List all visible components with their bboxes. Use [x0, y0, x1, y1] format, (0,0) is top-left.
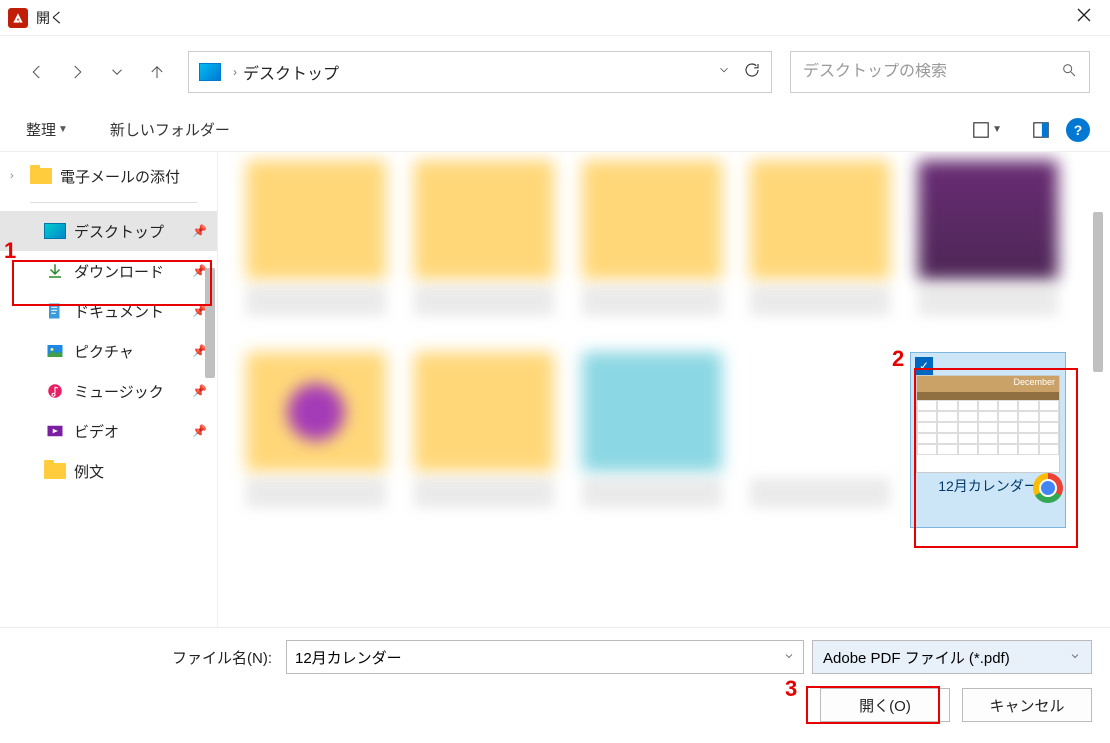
sidebar-item-music[interactable]: ミュージック 📌 [0, 371, 217, 411]
search-icon[interactable] [1061, 62, 1077, 83]
documents-icon [44, 302, 66, 320]
bottom-panel: ファイル名(N): 12月カレンダー Adobe PDF ファイル (*.pdf… [0, 627, 1110, 737]
sidebar-item-documents[interactable]: ドキュメント 📌 [0, 291, 217, 331]
cancel-button-label: キャンセル [989, 695, 1064, 716]
view-large-icon [972, 121, 990, 139]
videos-icon [44, 422, 66, 440]
folder-icon [30, 167, 52, 185]
titlebar: 開く [0, 0, 1110, 36]
sidebar-item-label: ミュージック [74, 381, 164, 402]
main-area: › 電子メールの添付 デスクトップ 📌 ダウンロード 📌 ドキュメント 📌 ピク… [0, 152, 1110, 627]
search-input[interactable] [803, 63, 1061, 81]
refresh-button[interactable] [743, 61, 761, 84]
address-dropdown[interactable] [711, 63, 737, 82]
search-bar[interactable] [790, 51, 1090, 93]
sidebar-item-reibun[interactable]: 例文 [0, 451, 217, 491]
downloads-icon [44, 262, 66, 280]
file-thumbnail[interactable] [574, 160, 730, 336]
desktop-icon [44, 222, 66, 240]
chevron-right-icon[interactable]: › [227, 65, 243, 79]
up-button[interactable] [140, 55, 174, 89]
sidebar-item-pictures[interactable]: ピクチャ 📌 [0, 331, 217, 371]
file-thumbnail[interactable] [238, 352, 394, 528]
file-thumbnail[interactable] [742, 160, 898, 336]
organize-label: 整理 [26, 119, 56, 140]
close-button[interactable] [1066, 2, 1102, 33]
recent-button[interactable] [100, 55, 134, 89]
filter-label: Adobe PDF ファイル (*.pdf) [823, 647, 1010, 668]
desktop-location-icon [199, 63, 221, 81]
sidebar-item-label: 電子メールの添付 [60, 166, 180, 187]
preview-pane-button[interactable] [1026, 117, 1056, 143]
sidebar-item-desktop[interactable]: デスクトップ 📌 [0, 211, 217, 251]
address-bar[interactable]: › デスクトップ [188, 51, 772, 93]
sidebar-separator [30, 202, 197, 203]
selected-checkmark-icon: ✓ [915, 357, 933, 375]
toolbar: 整理▼ 新しいフォルダー ▼ ? [0, 108, 1110, 152]
pin-icon[interactable]: 📌 [192, 224, 207, 238]
forward-button[interactable] [60, 55, 94, 89]
file-content-pane: ✓ December 12月カレンダー [218, 152, 1110, 627]
open-button[interactable]: 開く(O) [820, 688, 950, 722]
open-button-label: 開く(O) [859, 695, 911, 716]
chrome-icon [1033, 473, 1063, 503]
chevron-down-icon[interactable] [783, 649, 795, 666]
filename-value: 12月カレンダー [295, 647, 402, 668]
nav-row: › デスクトップ [0, 36, 1110, 108]
adobe-icon [8, 8, 28, 28]
sidebar-item-label: 例文 [74, 461, 104, 482]
organize-menu[interactable]: 整理▼ [20, 115, 74, 144]
window-title: 開く [36, 8, 64, 28]
pictures-icon [44, 342, 66, 360]
file-thumbnail-selected[interactable]: ✓ December 12月カレンダー [910, 352, 1066, 528]
help-button[interactable]: ? [1066, 118, 1090, 142]
sidebar-item-label: ピクチャ [74, 341, 134, 362]
new-folder-label: 新しいフォルダー [110, 119, 230, 140]
cancel-button[interactable]: キャンセル [962, 688, 1092, 722]
filename-field[interactable]: 12月カレンダー [286, 640, 804, 674]
sidebar-item-label: ダウンロード [74, 261, 164, 282]
file-thumbnail[interactable] [910, 160, 1066, 336]
sidebar-item-label: ビデオ [74, 421, 119, 442]
chevron-down-icon[interactable] [1069, 649, 1081, 666]
file-thumbnail[interactable] [406, 352, 562, 528]
view-mode-button[interactable]: ▼ [966, 117, 1008, 143]
file-thumbnail[interactable] [574, 352, 730, 528]
content-scrollbar[interactable] [1092, 152, 1104, 627]
folder-icon [44, 462, 66, 480]
preview-pane-icon [1032, 121, 1050, 139]
address-path: デスクトップ [243, 60, 339, 84]
sidebar-scrollbar[interactable] [205, 268, 217, 568]
new-folder-button[interactable]: 新しいフォルダー [104, 115, 236, 144]
sidebar-item-videos[interactable]: ビデオ 📌 [0, 411, 217, 451]
selected-file-name: 12月カレンダー [938, 473, 1038, 500]
sidebar: › 電子メールの添付 デスクトップ 📌 ダウンロード 📌 ドキュメント 📌 ピク… [0, 152, 218, 627]
sidebar-item-email-attachments[interactable]: › 電子メールの添付 [0, 156, 217, 196]
expand-icon[interactable]: › [10, 170, 14, 182]
file-thumbnail[interactable] [406, 160, 562, 336]
sidebar-item-label: デスクトップ [74, 221, 164, 242]
sidebar-item-downloads[interactable]: ダウンロード 📌 [0, 251, 217, 291]
file-thumbnail[interactable] [238, 160, 394, 336]
music-icon [44, 382, 66, 400]
back-button[interactable] [20, 55, 54, 89]
preview-month-label: December [917, 376, 1059, 392]
filename-label: ファイル名(N): [18, 647, 278, 668]
file-preview: December [916, 375, 1060, 473]
file-type-filter[interactable]: Adobe PDF ファイル (*.pdf) [812, 640, 1092, 674]
file-thumbnail[interactable] [742, 352, 898, 528]
sidebar-item-label: ドキュメント [74, 301, 164, 322]
